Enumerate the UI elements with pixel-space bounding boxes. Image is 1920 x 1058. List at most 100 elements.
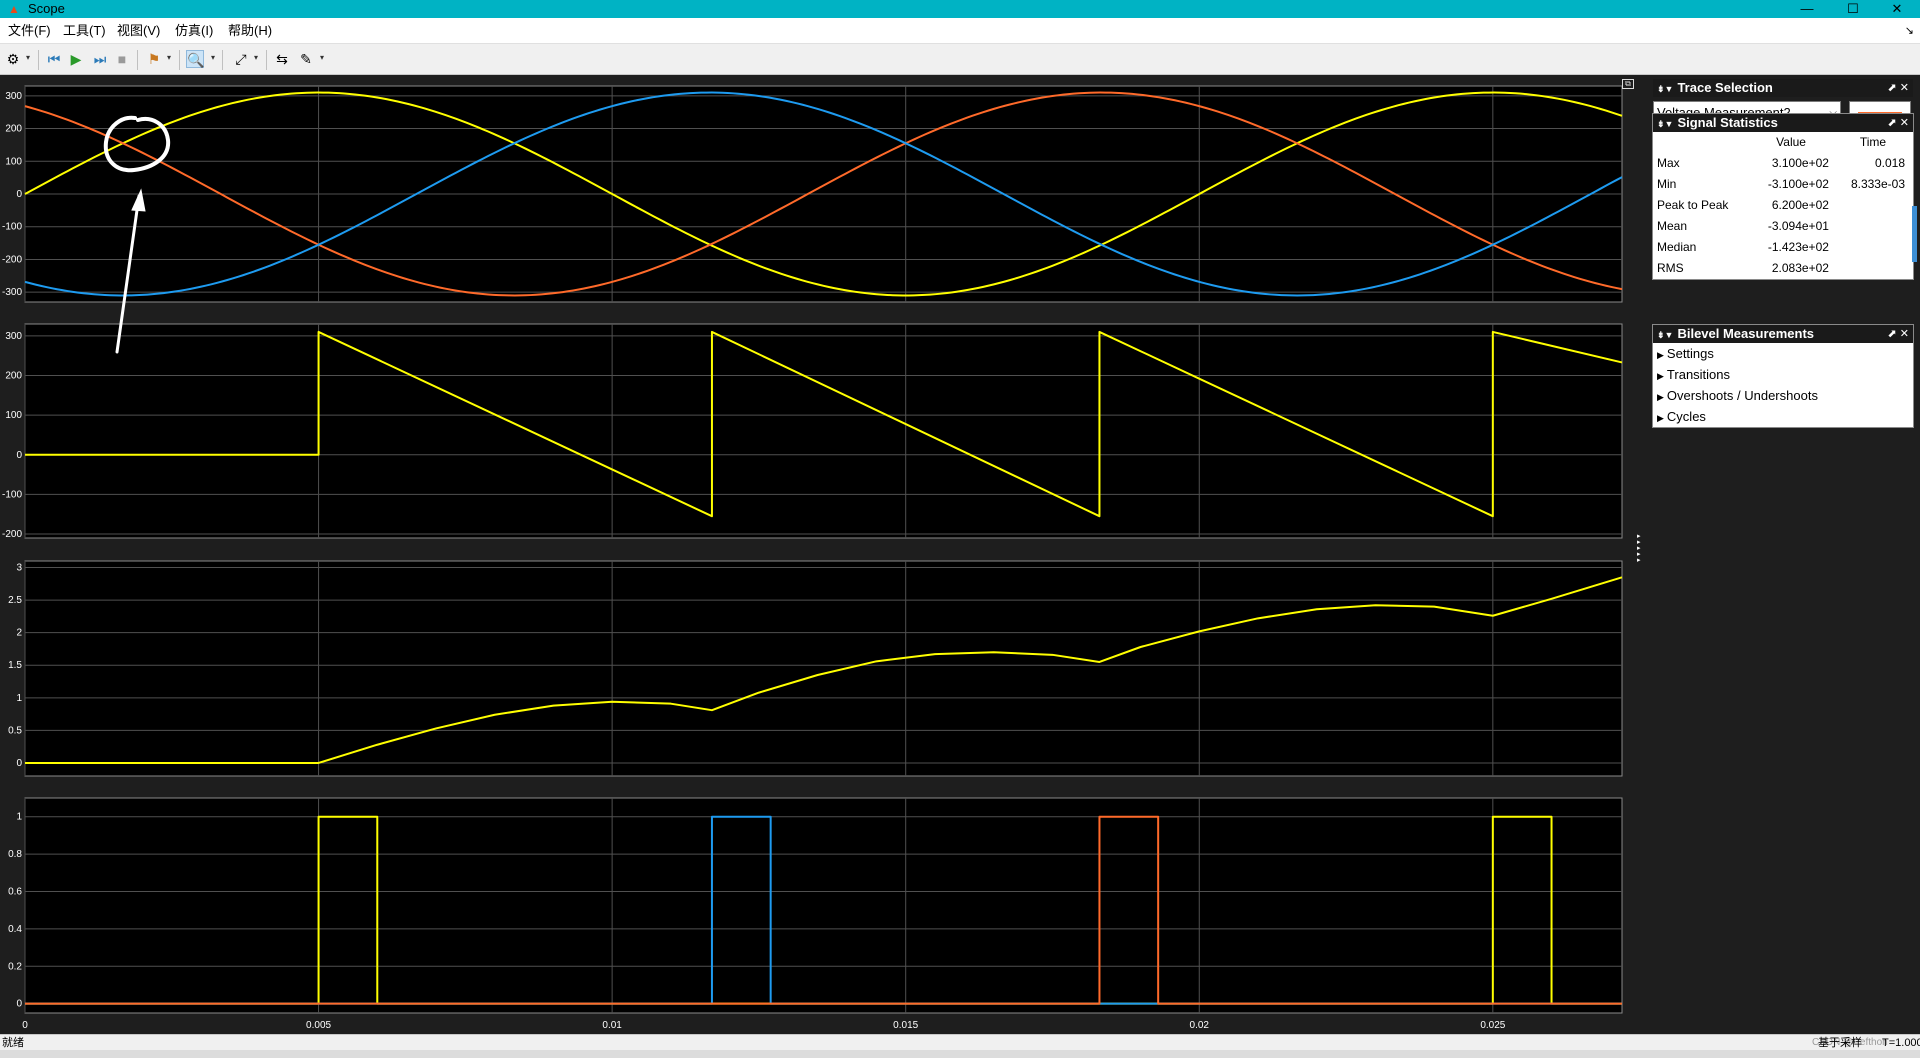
collapse-arrows-icon[interactable]: ⇟▼ bbox=[1657, 84, 1673, 94]
chevron-right-icon: ▶ bbox=[1657, 392, 1664, 402]
y-tick-label: 1.5 bbox=[8, 660, 22, 671]
menu-view[interactable]: 视图(V) bbox=[117, 23, 160, 39]
y-tick-label: -100 bbox=[2, 222, 22, 233]
step-forward-icon[interactable]: ⏭ bbox=[91, 50, 109, 68]
scope-plot-area[interactable]: 300 200 100 0 -100 -200 -300 300 200 100 0 -100 -200… bbox=[0, 76, 1648, 1034]
y-tick-label: 1 bbox=[16, 693, 22, 704]
panel-undock-close-icon[interactable]: ⬈ ✕ bbox=[1888, 79, 1910, 97]
settings-dropdown-icon[interactable]: ▾ bbox=[26, 53, 30, 62]
chevron-right-icon: ▶ bbox=[1657, 350, 1664, 360]
signal-statistics-panel: ⇟▼ Signal Statistics ⬈ ✕ Value Time Max 3… bbox=[1652, 113, 1914, 280]
y-tick-label: 0 bbox=[16, 758, 22, 769]
measure-dropdown-icon[interactable]: ▾ bbox=[320, 53, 324, 62]
highlight-icon[interactable]: ⚑ bbox=[145, 50, 163, 68]
y-tick-label: -300 bbox=[2, 287, 22, 298]
table-row: Median -1.423e+02 bbox=[1653, 237, 1913, 258]
x-tick-label: 0.005 bbox=[306, 1020, 331, 1031]
stat-name: RMS bbox=[1657, 261, 1684, 275]
signal-statistics-header[interactable]: ⇟▼ Signal Statistics ⬈ ✕ bbox=[1653, 114, 1913, 132]
title-bar: ▲ Scope — ☐ ✕ bbox=[0, 0, 1920, 18]
y-tick-label: 300 bbox=[5, 91, 22, 102]
table-row: Peak to Peak 6.200e+02 bbox=[1653, 195, 1913, 216]
autoscale-icon[interactable]: ⤢ bbox=[232, 50, 250, 68]
bilevel-item-label: Settings bbox=[1666, 346, 1714, 361]
panel-undock-close-icon[interactable]: ⬈ ✕ bbox=[1888, 114, 1910, 132]
bilevel-item-transitions[interactable]: ▶ Transitions bbox=[1653, 364, 1913, 385]
collapse-arrows-icon[interactable]: ⇟▼ bbox=[1657, 330, 1673, 340]
triggers-icon[interactable]: ⇆ bbox=[273, 50, 291, 68]
bilevel-measurements-header[interactable]: ⇟▼ Bilevel Measurements ⬈ ✕ bbox=[1653, 325, 1913, 343]
bilevel-item-label: Transitions bbox=[1666, 367, 1731, 382]
zoom-in-icon[interactable]: 🔍 bbox=[186, 50, 204, 68]
y-tick-label: 0.8 bbox=[8, 849, 22, 860]
stop-icon[interactable]: ■ bbox=[113, 50, 131, 68]
y-tick-label: -100 bbox=[2, 489, 22, 500]
panel-scrollbar[interactable] bbox=[1912, 206, 1917, 262]
status-bar: 就绪 CSDN @Pefthon 基于采样 T=1.000 bbox=[0, 1034, 1920, 1050]
trace-selection-title: Trace Selection bbox=[1677, 80, 1773, 95]
trace-selection-header[interactable]: ⇟▼ Trace Selection ⬈ ✕ bbox=[1653, 79, 1913, 97]
stat-time bbox=[1833, 216, 1913, 237]
chevron-right-icon: ▶ bbox=[1657, 371, 1664, 381]
status-time-offset: T=1.000 bbox=[1882, 1037, 1920, 1049]
bilevel-item-settings[interactable]: ▶ Settings bbox=[1653, 343, 1913, 364]
stat-name: Median bbox=[1657, 240, 1697, 254]
toolbar-separator bbox=[38, 50, 39, 70]
minimize-icon[interactable]: — bbox=[1784, 0, 1830, 18]
y-tick-label: 0.5 bbox=[8, 725, 22, 736]
close-icon[interactable]: ✕ bbox=[1874, 0, 1920, 18]
stat-value: -3.094e+01 bbox=[1767, 219, 1829, 233]
cursor-measure-icon[interactable]: ✎ bbox=[297, 50, 315, 68]
menu-bar: 文件(F) 工具(T) 视图(V) 仿真(I) 帮助(H) ↘ bbox=[0, 18, 1920, 44]
chevron-right-icon: ▶ bbox=[1657, 413, 1664, 423]
y-tick-label: 200 bbox=[5, 371, 22, 382]
run-icon[interactable]: ▶ bbox=[67, 50, 85, 68]
stat-value: 3.100e+02 bbox=[1771, 156, 1829, 170]
status-ready: 就绪 bbox=[2, 1037, 24, 1049]
maximize-icon[interactable]: ☐ bbox=[1830, 0, 1876, 18]
x-tick-label: 0.01 bbox=[602, 1020, 622, 1031]
menu-file[interactable]: 文件(F) bbox=[8, 23, 51, 39]
y-tick-label: 0.2 bbox=[8, 961, 22, 972]
stat-time bbox=[1833, 237, 1913, 258]
x-tick-label: 0.02 bbox=[1190, 1020, 1210, 1031]
y-tick-label: 0 bbox=[16, 450, 22, 461]
y-tick-label: 2 bbox=[16, 628, 22, 639]
stat-time: 0.018 bbox=[1874, 156, 1905, 170]
stat-value: 6.200e+02 bbox=[1771, 198, 1829, 212]
menu-tools[interactable]: 工具(T) bbox=[63, 23, 106, 39]
y-tick-label: 0 bbox=[16, 999, 22, 1010]
measurements-side-panel: ⇟▼Trace Selection ⬈ ✕ Voltage Measuremen… bbox=[1648, 76, 1920, 1034]
x-tick-label: 0.025 bbox=[1480, 1020, 1505, 1031]
stat-name: Max bbox=[1657, 156, 1680, 170]
table-row: RMS 2.083e+02 bbox=[1653, 258, 1913, 279]
bilevel-measurements-panel: ⇟▼ Bilevel Measurements ⬈ ✕ ▶ Settings ▶ Tr… bbox=[1652, 324, 1914, 428]
panel-resize-grip-icon[interactable]: ▸ ▸ ▸ ▸ ▸ bbox=[1637, 533, 1645, 574]
zoom-dropdown-icon[interactable]: ▾ bbox=[211, 53, 215, 62]
highlight-dropdown-icon[interactable]: ▾ bbox=[167, 53, 171, 62]
collapse-arrows-icon[interactable]: ⇟▼ bbox=[1657, 119, 1673, 129]
y-tick-label: -200 bbox=[2, 529, 22, 540]
bilevel-item-label: Overshoots / Undershoots bbox=[1666, 388, 1818, 403]
stats-col-value: Value bbox=[1776, 135, 1806, 149]
bilevel-item-cycles[interactable]: ▶ Cycles bbox=[1653, 406, 1913, 427]
panel-undock-close-icon[interactable]: ⬈ ✕ bbox=[1888, 325, 1910, 343]
scope-plots-svg[interactable]: 3002001000-100-200-3003002001000-100-200… bbox=[0, 76, 1648, 1034]
status-sampling: 基于采样 bbox=[1818, 1037, 1862, 1049]
y-tick-label: 300 bbox=[5, 331, 22, 342]
toolbar-separator bbox=[266, 50, 267, 70]
y-tick-label: 0.4 bbox=[8, 924, 22, 935]
y-tick-label: 0.6 bbox=[8, 886, 22, 897]
menu-help[interactable]: 帮助(H) bbox=[228, 23, 272, 39]
step-back-icon[interactable]: ⏮ bbox=[45, 50, 63, 68]
table-row: Min -3.100e+02 8.333e-03 bbox=[1653, 174, 1913, 195]
toolbar-separator bbox=[137, 50, 138, 70]
stats-col-blank bbox=[1653, 132, 1749, 153]
bilevel-item-overshoots[interactable]: ▶ Overshoots / Undershoots bbox=[1653, 385, 1913, 406]
x-tick-label: 0.015 bbox=[893, 1020, 918, 1031]
undock-icon[interactable]: ⧉ bbox=[1622, 79, 1634, 89]
menu-simulation[interactable]: 仿真(I) bbox=[175, 23, 213, 39]
gear-icon[interactable]: ⚙ bbox=[4, 50, 22, 68]
dock-arrow-icon[interactable]: ↘ bbox=[1905, 24, 1914, 37]
autoscale-dropdown-icon[interactable]: ▾ bbox=[254, 53, 258, 62]
